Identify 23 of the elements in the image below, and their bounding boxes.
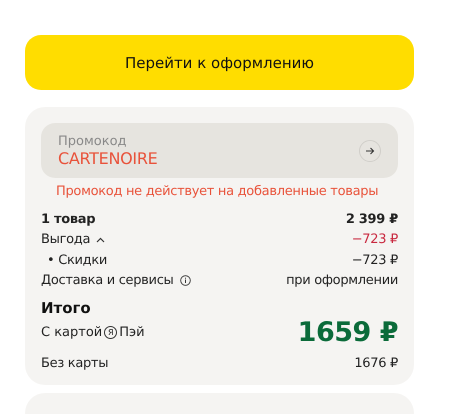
summary-label: 1 товар bbox=[41, 212, 96, 227]
field-label: Промокод bbox=[58, 134, 128, 148]
summary-value: при оформлении bbox=[286, 273, 398, 288]
summary-label: Выгода bbox=[41, 232, 90, 248]
summary-label: • Скидки bbox=[46, 252, 108, 268]
chevron-up-icon[interactable] bbox=[96, 236, 106, 243]
pay-logo-icon: Я bbox=[104, 326, 118, 339]
checkout-button[interactable]: Перейти к оформлению bbox=[25, 35, 414, 90]
summary-value: −723 ₽ bbox=[352, 252, 398, 268]
arrow-right-icon bbox=[365, 146, 375, 154]
no-card-label: Без карты bbox=[41, 356, 108, 371]
summary-value: −723 ₽ bbox=[352, 232, 398, 248]
card-label: С картой bbox=[41, 325, 102, 340]
card-price: 1659 ₽ bbox=[298, 317, 398, 348]
summary-value: 2 399 ₽ bbox=[346, 212, 398, 227]
card-label: Пэй bbox=[119, 325, 145, 340]
info-icon[interactable] bbox=[180, 275, 191, 286]
no-card-price: 1676 ₽ bbox=[354, 356, 398, 371]
total-title: Итого bbox=[41, 299, 92, 317]
summary-label: Доставка и сервисы bbox=[41, 273, 174, 288]
promo-error-message: Промокод не действует на добавленные товары bbox=[56, 184, 380, 199]
apply-button[interactable] bbox=[359, 140, 381, 162]
field-value: CARTENOIRE bbox=[58, 148, 158, 168]
